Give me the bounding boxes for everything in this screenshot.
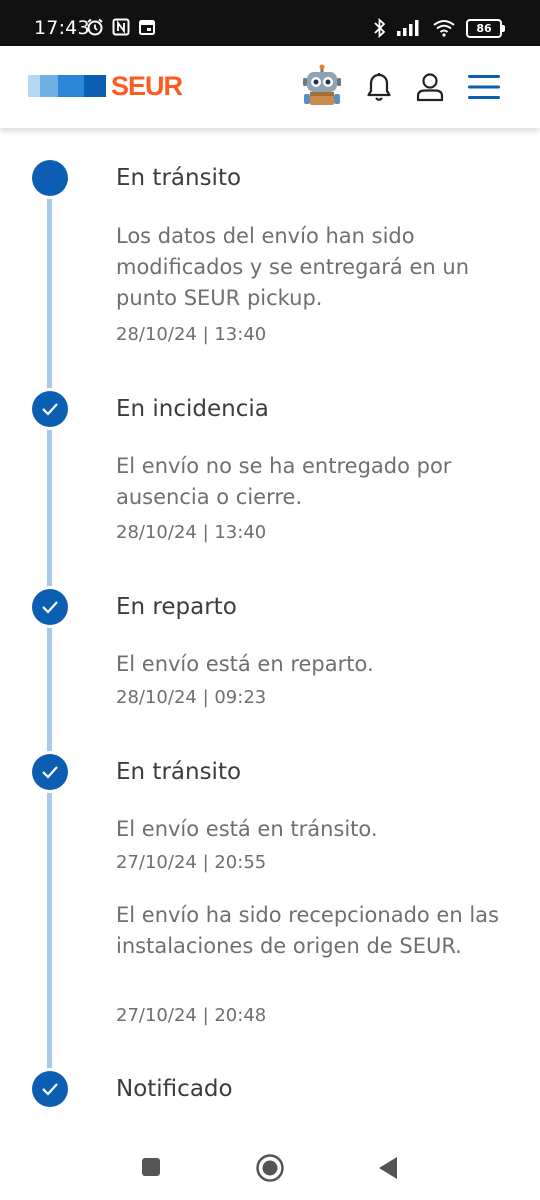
event-date: 28/10/24 | 13:40 xyxy=(116,522,267,543)
event-description: El envío está en tránsito. xyxy=(116,817,378,841)
status-bar: 17:43 86 xyxy=(0,0,540,46)
check-icon xyxy=(42,403,58,416)
timeline-dot-done xyxy=(32,391,68,427)
wifi-icon xyxy=(433,20,455,37)
event-description: El envío ha sido recepcionado en las ins… xyxy=(116,903,499,958)
timeline-dot-done xyxy=(32,754,68,790)
event-description: El envío no se ha entregado por ausencia… xyxy=(116,454,452,509)
menu-icon[interactable] xyxy=(467,74,501,100)
user-icon[interactable] xyxy=(415,72,445,102)
timeline-dot-current xyxy=(32,160,68,196)
event-title: En reparto xyxy=(116,594,237,620)
calendar-icon xyxy=(139,20,155,35)
home-icon[interactable] xyxy=(255,1153,285,1183)
status-time: 17:43 xyxy=(34,17,90,39)
recent-apps-icon[interactable] xyxy=(141,1157,161,1177)
bell-icon[interactable] xyxy=(366,72,392,102)
brand-name: SEUR xyxy=(111,71,183,101)
nfc-icon xyxy=(112,18,130,36)
event-description: Los datos del envío han sido modificados… xyxy=(116,224,470,310)
event-date: 27/10/24 | 20:48 xyxy=(116,1005,267,1026)
event-description: El envío está en reparto. xyxy=(116,652,374,676)
app-header: SEUR xyxy=(0,46,540,128)
check-icon xyxy=(42,766,58,779)
timeline-line xyxy=(47,178,52,1090)
event-title: Notificado xyxy=(116,1076,233,1102)
event-title: En tránsito xyxy=(116,165,242,191)
event-date: 28/10/24 | 13:40 xyxy=(116,324,267,345)
logo-stripes xyxy=(28,75,106,97)
signal-icon xyxy=(397,20,419,36)
seur-logo[interactable]: SEUR xyxy=(28,71,183,101)
event-date: 28/10/24 | 09:23 xyxy=(116,687,267,708)
back-icon[interactable] xyxy=(378,1156,398,1180)
battery-indicator: 86 xyxy=(466,18,505,38)
check-icon xyxy=(42,601,58,614)
timeline-dot-done xyxy=(32,1071,68,1107)
event-title: En tránsito xyxy=(116,759,242,785)
timeline-dot-done xyxy=(32,589,68,625)
alarm-icon xyxy=(87,18,103,36)
bluetooth-icon xyxy=(374,18,386,38)
check-icon xyxy=(42,1083,58,1096)
event-title: En incidencia xyxy=(116,396,269,422)
robot-assistant-icon[interactable] xyxy=(300,64,344,108)
system-nav-bar xyxy=(0,1135,540,1200)
event-date: 27/10/24 | 20:55 xyxy=(116,852,267,873)
